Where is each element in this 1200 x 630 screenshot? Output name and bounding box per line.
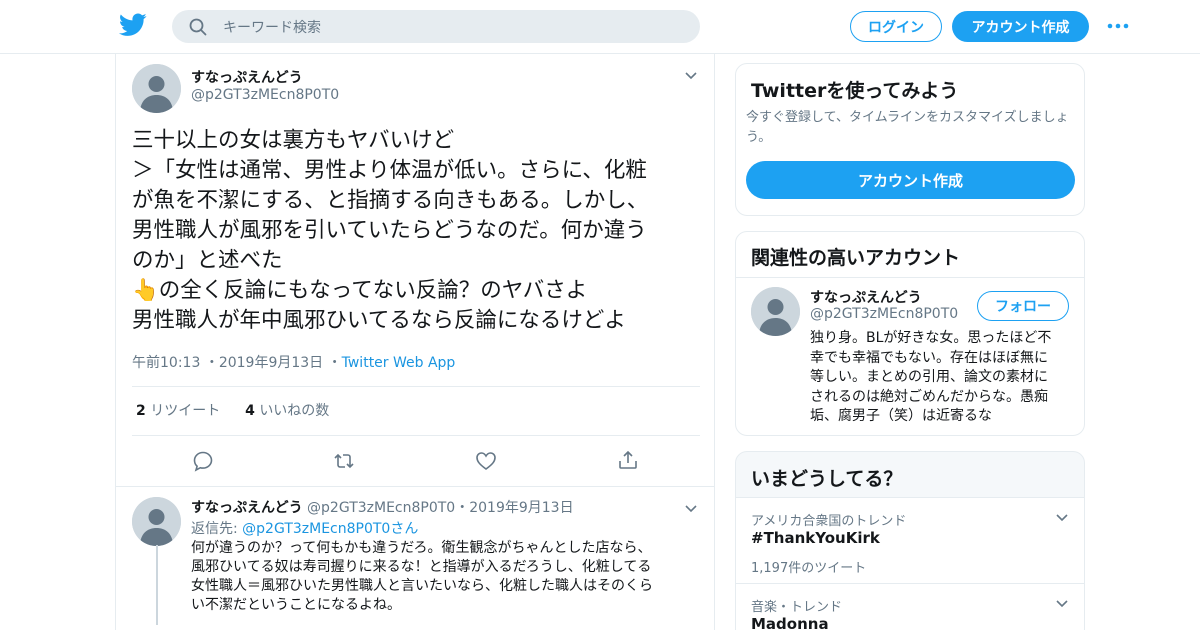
default-avatar-icon [751, 287, 800, 336]
bio-line: 幸でも幸福でもない。存在はほぼ無に [810, 349, 1048, 366]
reply-date[interactable]: 2019年9月13日 [469, 500, 573, 516]
bio-line: 垢、腐男子（笑）は近寄るな [810, 408, 992, 424]
card-title: Twitterを使ってみよう [751, 80, 959, 102]
more-options-icon[interactable] [1107, 21, 1129, 31]
reply-tweet[interactable]: すなっぷえんどう @p2GT3zMEcn8P0T0・2019年9月13日 返信先… [116, 486, 714, 630]
login-button[interactable]: ログイン [850, 11, 942, 42]
tweet-text-line: 👆の全く反論にもなってない反論？のヤバさよ [132, 278, 588, 303]
divider [736, 277, 1084, 278]
trends-card: いまどうしてる？ アメリカ合衆国のトレンド #ThankYouKirk 1,19… [735, 451, 1085, 630]
search-input[interactable]: キーワード検索 [223, 17, 321, 37]
reply-text: 何が違うのか？って何もかも違うだろ。衛生観念がちゃんとした店なら、 風邪ひいてる… [191, 539, 701, 615]
follow-button[interactable]: フォロー [977, 291, 1069, 321]
chevron-down-icon[interactable] [684, 70, 698, 80]
bio-line: 独り身。BLが好きな女。思ったほど不 [810, 330, 1052, 346]
related-accounts-card: 関連性の高いアカウント すなっぷえんどう @p2GT3zMEcn8P0T0 フォ… [735, 231, 1085, 436]
tweet-metadata: 午前10:13 ・2019年9月13日 ・Twitter Web App [132, 352, 455, 372]
top-navigation-bar: キーワード検索 ログイン アカウント作成 [0, 0, 1200, 54]
card-title: 関連性の高いアカウント [751, 247, 961, 269]
signup-button[interactable]: アカウント作成 [952, 11, 1089, 42]
reply-icon[interactable] [192, 450, 214, 472]
twitter-bird-logo-icon[interactable] [119, 13, 147, 37]
reply-to-suffix[interactable]: さん [390, 521, 418, 537]
tweet-text-line: 男性職人が年中風邪ひいてるなら反論になるけどよ [132, 308, 626, 333]
avatar[interactable] [132, 497, 181, 546]
card-title: いまどうしてる？ [751, 468, 903, 490]
reply-to-line: 返信先: @p2GT3zMEcn8P0T0さん [191, 518, 418, 538]
card-subtitle: 今すぐ登録して、タイムラインをカスタマイズしましょ う。 [746, 108, 1076, 148]
like-count[interactable]: 4 [245, 403, 255, 419]
reply-to-handle-link[interactable]: @p2GT3zMEcn8P0T0 [242, 521, 390, 537]
avatar[interactable] [132, 64, 181, 113]
reply-header: すなっぷえんどう @p2GT3zMEcn8P0T0・2019年9月13日 [191, 497, 574, 517]
like-label[interactable]: いいねの数 [259, 403, 329, 419]
tweet-text-line: 三十以上の女は裏方もヤバいけど [132, 128, 455, 153]
tweet-column: すなっぷえんどう @p2GT3zMEcn8P0T0 三十以上の女は裏方もヤバいけ… [115, 54, 715, 630]
reply-to-prefix: 返信先: [191, 521, 238, 537]
trend-name[interactable]: #ThankYouKirk [751, 529, 880, 547]
bio-line: 等しい。まとめの引用、論文の素材に [810, 369, 1048, 385]
chevron-down-icon[interactable] [1055, 598, 1069, 608]
tweet-stats: 2 リツイート 4 いいねの数 [136, 400, 329, 420]
tweet-text-line: が魚を不潔にする、と指摘する向きもある。しかし、 [132, 188, 649, 213]
trend-tweet-count: 1,197件のツイート [751, 561, 867, 576]
tweet-author-handle[interactable]: @p2GT3zMEcn8P0T0 [191, 87, 339, 103]
trend-item[interactable]: アメリカ合衆国のトレンド #ThankYouKirk 1,197件のツイート [736, 498, 1084, 583]
tweet-text-line: のか」と述べた [132, 248, 283, 273]
try-twitter-card: Twitterを使ってみよう 今すぐ登録して、タイムラインをカスタマイズしましょ… [735, 63, 1085, 216]
like-heart-icon[interactable] [475, 450, 497, 472]
retweet-icon[interactable] [333, 450, 355, 472]
tweet-time: 午前10:13 [132, 355, 201, 371]
retweet-count[interactable]: 2 [136, 403, 146, 419]
retweet-label[interactable]: リツイート [150, 403, 220, 419]
tweet-source-link[interactable]: Twitter Web App [342, 355, 456, 371]
reply-author-handle[interactable]: @p2GT3zMEcn8P0T0 [307, 500, 455, 516]
chevron-down-icon[interactable] [1055, 512, 1069, 522]
default-avatar-icon [132, 64, 181, 113]
separator-dot: ・ [204, 355, 219, 371]
share-icon[interactable] [617, 449, 639, 471]
card-subtitle-line: 今すぐ登録して、タイムラインをカスタマイズしましょ [746, 110, 1069, 125]
reply-text-line: 風邪ひいてる奴は寿司握りに来るな！と指導が入るだろうし、化粧してる [191, 559, 652, 575]
tweet-text-line: 男性職人が風邪を引いていたらどうなのだ。何か違う [132, 218, 647, 243]
tweet-author-name[interactable]: すなっぷえんどう [191, 67, 303, 87]
divider [132, 435, 700, 436]
account-handle[interactable]: @p2GT3zMEcn8P0T0 [810, 306, 958, 322]
thread-line [156, 545, 158, 625]
separator-dot: ・ [327, 355, 342, 371]
default-avatar-icon [132, 497, 181, 546]
tweet-text: 三十以上の女は裏方もヤバいけど ＞「女性は通常、男性より体温が低い。さらに、化粧… [132, 126, 702, 336]
avatar[interactable] [751, 287, 800, 336]
signup-button[interactable]: アカウント作成 [746, 161, 1075, 199]
search-bar[interactable]: キーワード検索 [172, 10, 700, 43]
reply-text-line: 女性職人＝風邪ひいた男性職人と言いたいなら、化粧した職人はそのくら [191, 578, 653, 594]
reply-text-line: い不潔だということになるよね。 [191, 597, 401, 613]
trend-item[interactable]: 音楽・トレンド Madonna [736, 584, 1084, 630]
reply-text-line: 何が違うのか？って何もかも違うだろ。衛生観念がちゃんとした店なら、 [191, 540, 652, 556]
tweet-date: 2019年9月13日 [218, 355, 324, 371]
reply-author-name[interactable]: すなっぷえんどう [191, 500, 303, 516]
card-subtitle-line: う。 [746, 130, 772, 145]
search-icon [189, 18, 207, 35]
separator-dot: ・ [455, 500, 470, 516]
trend-category: アメリカ合衆国のトレンド [751, 514, 907, 529]
chevron-down-icon[interactable] [684, 503, 698, 513]
tweet-text-line: ＞「女性は通常、男性より体温が低い。さらに、化粧 [132, 158, 647, 183]
account-bio: 独り身。BLが好きな女。思ったほど不 幸でも幸福でもない。存在はほぼ無に 等しい… [810, 329, 1075, 427]
trend-category: 音楽・トレンド [751, 600, 843, 615]
bio-line: されるのは絶対ごめんだからな。愚痴 [810, 388, 1048, 405]
trend-name[interactable]: Madonna [751, 615, 829, 630]
divider [132, 386, 700, 387]
account-name[interactable]: すなっぷえんどう [810, 287, 922, 307]
